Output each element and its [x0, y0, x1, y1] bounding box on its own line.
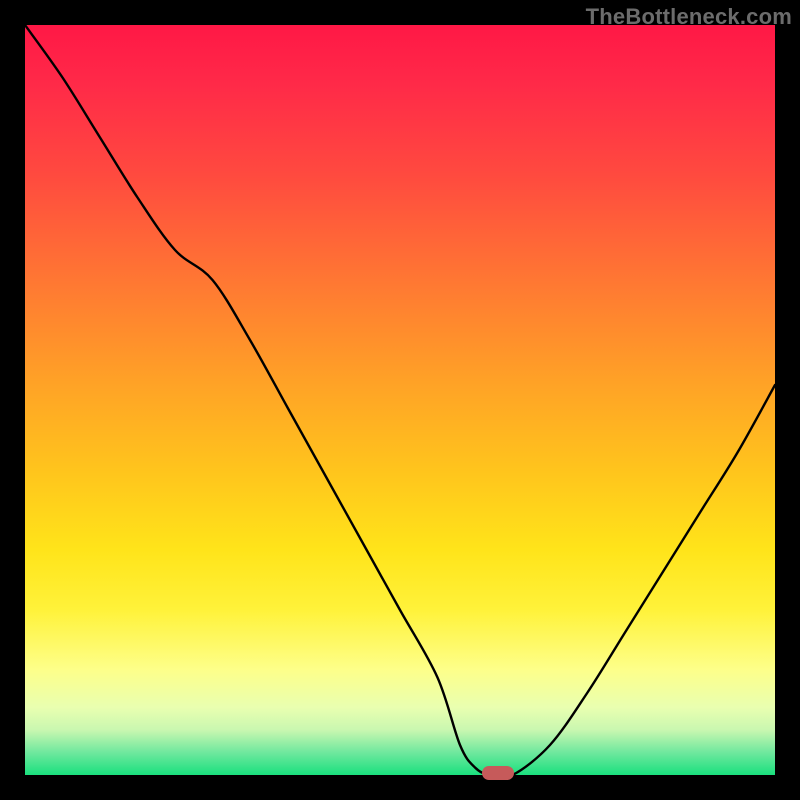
- bottleneck-curve: [25, 25, 775, 775]
- watermark-label: TheBottleneck.com: [586, 4, 792, 30]
- optimal-marker: [482, 766, 514, 780]
- chart-plot-area: [25, 25, 775, 775]
- chart-frame: TheBottleneck.com: [0, 0, 800, 800]
